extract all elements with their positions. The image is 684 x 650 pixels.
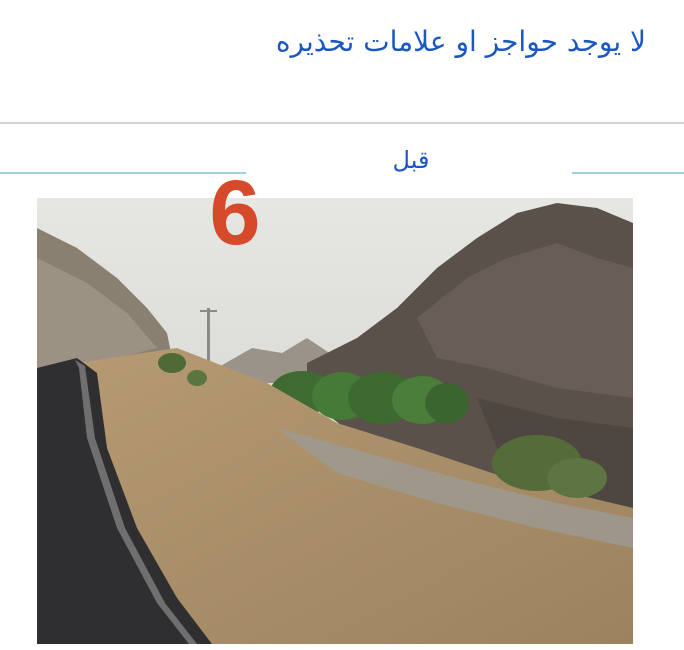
page: لا يوجد حواجز او علامات تحذيره قبل 6 [0,0,684,650]
divider [0,122,684,124]
photo-number: 6 [209,162,261,264]
section-line-right [572,172,684,174]
before-label: قبل [392,146,430,174]
page-title: لا يوجد حواجز او علامات تحذيره [275,25,646,58]
road-photo [37,198,633,644]
